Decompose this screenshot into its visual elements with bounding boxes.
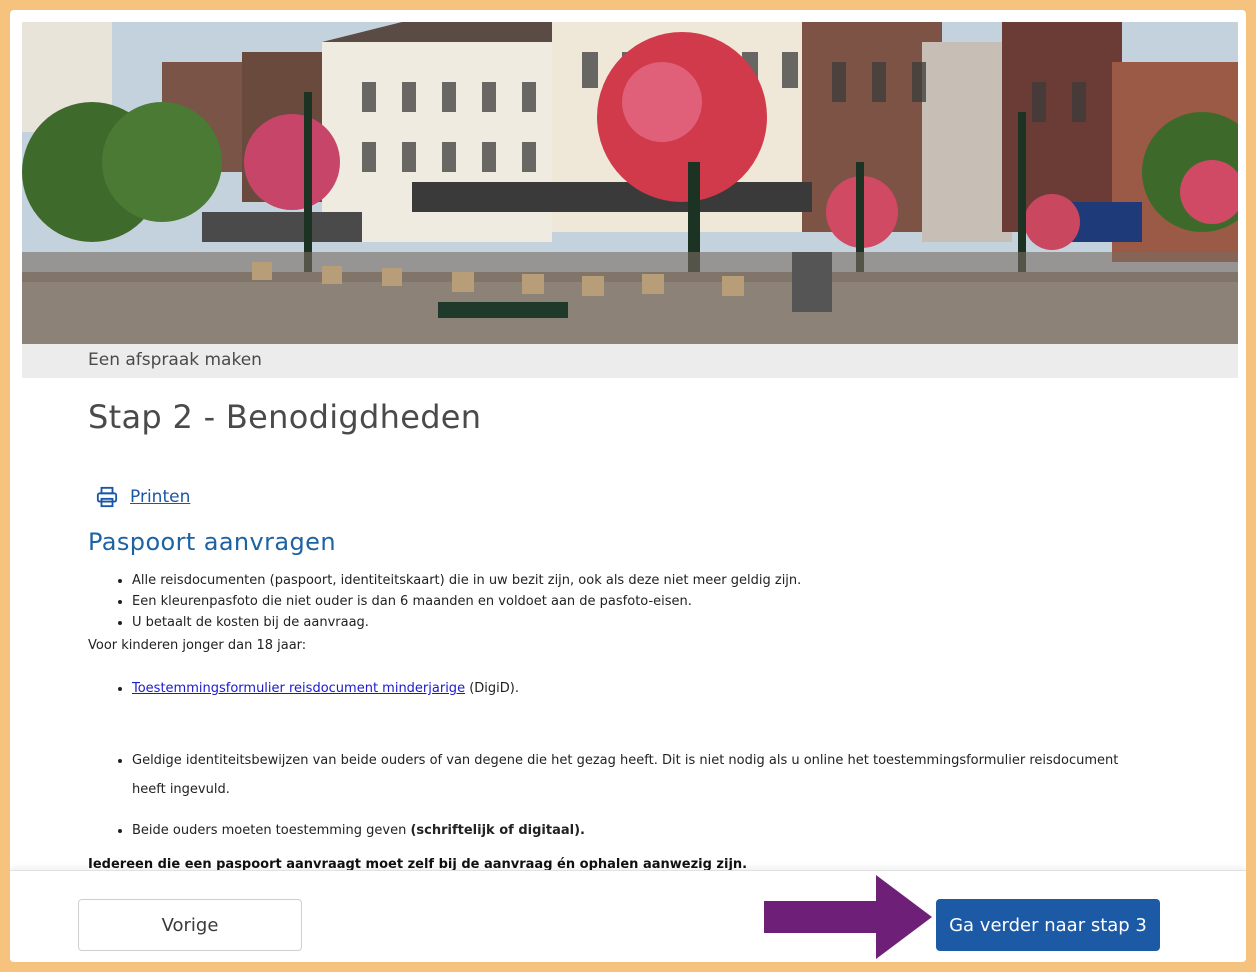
- consent-form-suffix: (DigiD).: [465, 681, 519, 696]
- next-step-button[interactable]: Ga verder naar stap 3: [936, 899, 1160, 951]
- list-item: Alle reisdocumenten (paspoort, identitei…: [132, 570, 801, 591]
- section-title: Paspoort aanvragen: [88, 528, 336, 556]
- consent-text: Beide ouders moeten toestemming geven: [132, 823, 411, 838]
- hero-image: [22, 22, 1238, 344]
- list-item: U betaalt de kosten bij de aanvraag.: [132, 612, 801, 633]
- printer-icon: [96, 486, 118, 508]
- page-frame: Een afspraak maken Stap 2 - Benodigdhede…: [10, 10, 1246, 962]
- consent-emphasis: (schriftelijk of digitaal).: [410, 823, 585, 838]
- kids-label: Voor kinderen jonger dan 18 jaar:: [88, 638, 307, 653]
- breadcrumb-bar: Een afspraak maken: [22, 344, 1238, 378]
- breadcrumb: Een afspraak maken: [88, 350, 262, 370]
- consent-form-link[interactable]: Toestemmingsformulier reisdocument minde…: [132, 681, 465, 696]
- page-title: Stap 2 - Benodigdheden: [88, 398, 482, 436]
- requirements-list: Alle reisdocumenten (paspoort, identitei…: [88, 570, 801, 633]
- list-item: Beide ouders moeten toestemming geven (s…: [132, 816, 1132, 845]
- list-item: Toestemmingsformulier reisdocument minde…: [132, 678, 519, 699]
- previous-button[interactable]: Vorige: [78, 899, 302, 951]
- footer-nav: Vorige Ga verder naar stap 3: [10, 870, 1246, 962]
- kids-form-list: Toestemmingsformulier reisdocument minde…: [88, 678, 519, 699]
- print-link[interactable]: Printen: [130, 487, 190, 507]
- list-item: Een kleurenpasfoto die niet ouder is dan…: [132, 591, 801, 612]
- list-item: Geldige identiteitsbewijzen van beide ou…: [132, 746, 1132, 804]
- print-action[interactable]: Printen: [96, 486, 190, 508]
- arrow-right-icon: [764, 875, 932, 959]
- kids-requirements-list: Geldige identiteitsbewijzen van beide ou…: [88, 746, 1132, 857]
